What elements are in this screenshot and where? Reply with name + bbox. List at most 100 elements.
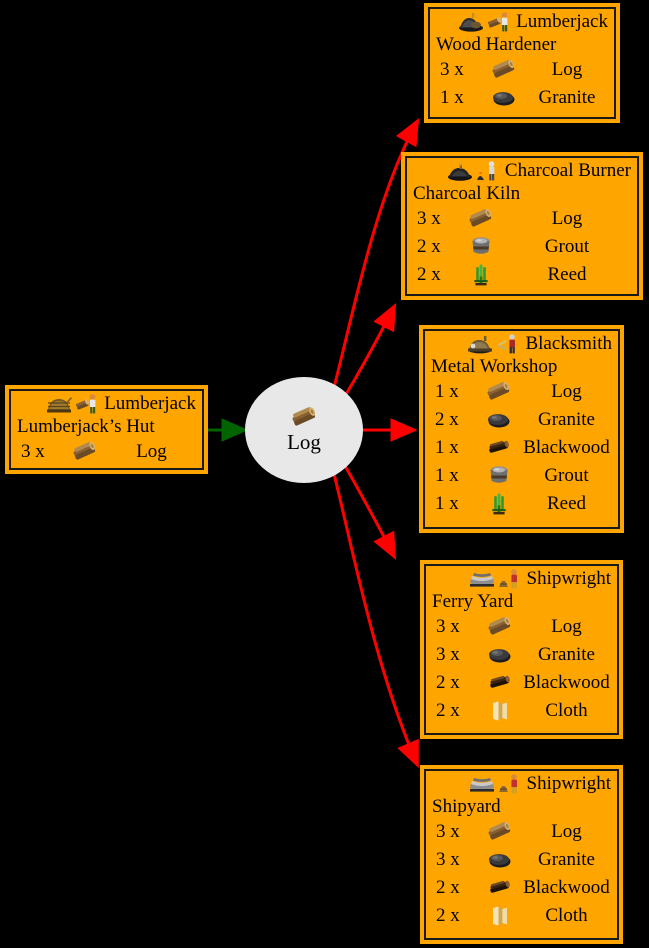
charcoal-kiln-icon xyxy=(447,161,473,181)
ingredient-row: 3 x Log xyxy=(436,56,608,84)
node-lumberjacks-hut[interactable]: Lumberjack Lumberjack’s Hut 3 x Log xyxy=(5,385,208,474)
ingredient-name: Granite xyxy=(538,849,595,870)
node-metal-workshop[interactable]: Blacksmith Metal Workshop 1 x Log 2 x Granite… xyxy=(419,325,624,533)
ingredient-row: 2 x Cloth xyxy=(432,697,611,725)
log-icon xyxy=(478,617,522,637)
ingredient-row: 1 x Reed xyxy=(431,490,612,518)
reed-icon xyxy=(477,492,521,516)
ingredient-row: 1 x Log xyxy=(431,378,612,406)
building-label: Metal Workshop xyxy=(431,356,558,377)
ingredient-quantity: 3 x xyxy=(436,616,460,637)
node-frame: Lumberjack Wood Hardener 3 x Log 1 x Granite xyxy=(428,7,616,119)
ingredient-name: Log xyxy=(551,381,582,402)
log-icon xyxy=(477,382,521,402)
worker-label: Shipwright xyxy=(526,773,611,794)
ingredient-quantity: 3 x xyxy=(417,208,441,229)
node-frame: Shipwright Ferry Yard 3 x Log 3 x Granite 2 x B… xyxy=(424,564,619,735)
node-charcoal-kiln[interactable]: Charcoal Burner Charcoal Kiln 3 x Log 2 x Gro… xyxy=(401,152,643,300)
charcoal-burner-worker-icon xyxy=(476,160,500,182)
lumberjack-worker-icon xyxy=(75,393,99,415)
ingredient-quantity: 1 x xyxy=(435,493,459,514)
wood-hardener-icon xyxy=(458,12,484,32)
granite-icon xyxy=(477,411,521,429)
edge-log-to-shipyard xyxy=(331,469,419,769)
ingredient-quantity: 2 x xyxy=(436,672,460,693)
ingredient-row: 3 x Granite xyxy=(432,846,611,874)
log-icon xyxy=(478,822,522,842)
ingredient-quantity: 3 x xyxy=(436,644,460,665)
node-frame: Blacksmith Metal Workshop 1 x Log 2 x Granite… xyxy=(423,329,620,529)
building-label: Wood Hardener xyxy=(436,34,557,55)
ingredient-quantity: 1 x xyxy=(435,465,459,486)
metal-workshop-icon xyxy=(467,334,493,354)
ingredient-name: Reed xyxy=(547,264,587,285)
ingredient-quantity: 2 x xyxy=(417,236,441,257)
ingredient-quantity: 2 x xyxy=(435,409,459,430)
ingredient-name: Log xyxy=(136,441,167,462)
cloth-icon xyxy=(478,700,522,722)
node-header: Shipwright xyxy=(432,568,611,590)
ingredient-name: Cloth xyxy=(545,905,588,926)
ingredient-row: 2 x Reed xyxy=(413,261,631,289)
ingredient-name: Reed xyxy=(546,493,587,514)
ingredient-name: Cloth xyxy=(545,700,588,721)
ingredient-quantity: 1 x xyxy=(435,381,459,402)
ingredient-quantity: 2 x xyxy=(436,700,460,721)
ingredient-row: 2 x Blackwood xyxy=(432,874,611,902)
ingredient-quantity: 2 x xyxy=(436,905,460,926)
ingredient-name: Blackwood xyxy=(523,877,610,898)
edge-log-to-ferry-yard xyxy=(338,456,397,561)
grout-icon xyxy=(477,464,521,488)
node-header: Blacksmith xyxy=(431,333,612,355)
ingredient-name: Grout xyxy=(544,465,589,486)
ingredient-row: 2 x Grout xyxy=(413,233,631,261)
ingredient-name: Granite xyxy=(538,644,595,665)
ingredient-name: Grout xyxy=(544,236,590,257)
building-label: Charcoal Kiln xyxy=(413,183,521,204)
ingredient-row: 2 x Granite xyxy=(431,406,612,434)
blacksmith-worker-icon xyxy=(496,333,520,355)
ingredient-name: Log xyxy=(551,821,582,842)
node-header: Lumberjack xyxy=(436,11,608,33)
edge-log-to-charcoal-kiln xyxy=(338,302,397,405)
granite-icon xyxy=(478,851,522,869)
ferry-yard-icon xyxy=(469,569,495,589)
granite-icon xyxy=(478,646,522,664)
log-icon xyxy=(459,209,503,229)
ingredient-row: 2 x Cloth xyxy=(432,902,611,930)
log-icon xyxy=(63,442,107,462)
ingredient-name: Blackwood xyxy=(523,672,610,693)
lumberjack-worker-icon xyxy=(487,11,511,33)
node-log-hub[interactable]: Log xyxy=(245,377,363,483)
grout-icon xyxy=(459,235,503,259)
ingredient-name: Log xyxy=(551,208,583,229)
shipwright-worker-icon xyxy=(498,773,522,795)
ingredient-quantity: 3 x xyxy=(21,441,45,462)
hub-label: Log xyxy=(287,430,321,454)
worker-label: Lumberjack xyxy=(516,11,608,32)
shipyard-icon xyxy=(469,774,495,794)
ingredient-name: Log xyxy=(551,59,583,80)
ingredient-quantity: 2 x xyxy=(417,264,441,285)
ingredient-name: Granite xyxy=(538,409,595,430)
node-header: Shipwright xyxy=(432,773,611,795)
node-wood-hardener[interactable]: Lumberjack Wood Hardener 3 x Log 1 x Granite xyxy=(424,3,620,123)
reed-icon xyxy=(459,263,503,287)
worker-label: Charcoal Burner xyxy=(504,160,631,181)
worker-label: Blacksmith xyxy=(525,333,612,354)
blackwood-icon xyxy=(478,880,522,896)
node-header: Lumberjack xyxy=(17,393,196,415)
ingredient-row: 1 x Granite xyxy=(436,84,608,112)
node-ferry-yard[interactable]: Shipwright Ferry Yard 3 x Log 3 x Granite 2 x B… xyxy=(420,560,623,739)
ingredient-row: 3 x Granite xyxy=(432,641,611,669)
worker-label: Shipwright xyxy=(526,568,611,589)
ingredient-row: 3 x Log xyxy=(432,613,611,641)
ingredient-name: Log xyxy=(551,616,582,637)
cloth-icon xyxy=(478,905,522,927)
blackwood-icon xyxy=(478,675,522,691)
granite-icon xyxy=(482,89,526,107)
ingredient-quantity: 3 x xyxy=(436,849,460,870)
ingredient-name: Blackwood xyxy=(523,437,610,458)
node-shipyard[interactable]: Shipwright Shipyard 3 x Log 3 x Granite 2 x Bla… xyxy=(420,765,623,944)
ingredient-quantity: 1 x xyxy=(440,87,464,108)
